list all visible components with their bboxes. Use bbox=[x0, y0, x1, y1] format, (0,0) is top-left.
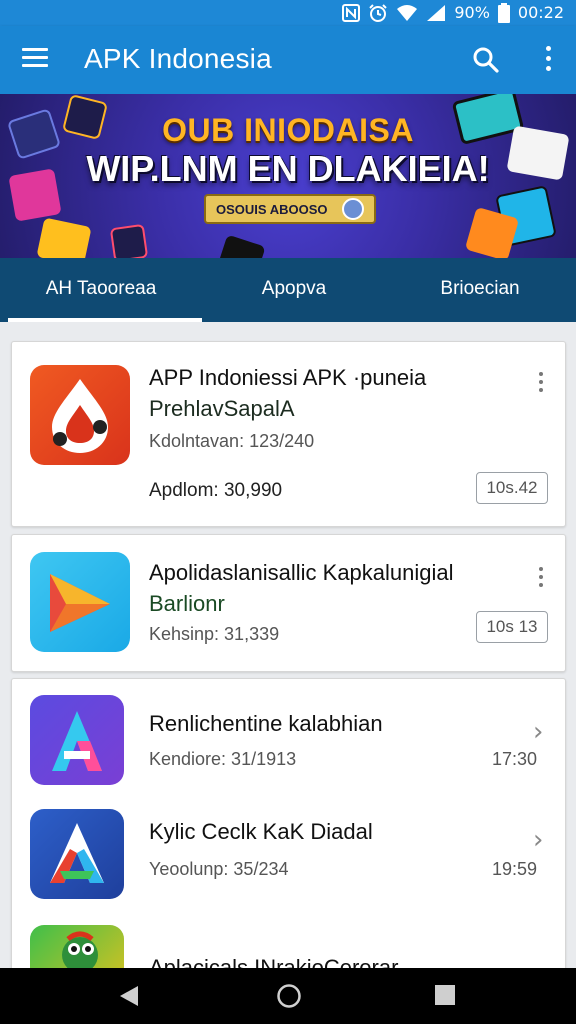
more-vert-icon[interactable] bbox=[538, 372, 544, 396]
app-meta: Kendiore: 31/1913 bbox=[149, 749, 297, 769]
app-title: APK Indonesia bbox=[84, 43, 272, 74]
tab-browse[interactable]: Brioecian bbox=[380, 278, 576, 300]
play-logo-icon bbox=[50, 574, 110, 632]
recents-icon[interactable] bbox=[434, 984, 456, 1006]
status-icons: 90% 00:22 bbox=[342, 2, 564, 24]
a-logo-icon bbox=[52, 711, 102, 771]
list-item[interactable]: Renlichentine kalabhian Kendiore: 31/191… bbox=[12, 679, 565, 789]
app-meta: Kehsinp: 31,339 bbox=[149, 624, 280, 644]
banner-pill-label: OSOUIS ABOOSO bbox=[216, 202, 328, 217]
decor-card-icon bbox=[218, 234, 266, 258]
system-nav-bar bbox=[0, 968, 576, 1024]
signal-icon bbox=[427, 5, 446, 21]
app-icon bbox=[30, 552, 130, 652]
app-card[interactable]: APP Indoniessi APK ·puneia PrehlavSapalA… bbox=[11, 341, 566, 527]
avatar-icon bbox=[342, 198, 364, 220]
a-logo-icon bbox=[50, 823, 104, 883]
more-vert-icon[interactable] bbox=[538, 567, 544, 591]
list-item[interactable]: Kylic Ceclk KaK Diadal Yeoolunp: 35/234 … bbox=[12, 791, 565, 901]
app-name: APP Indoniessi APK ·puneia bbox=[149, 365, 427, 390]
battery-percent: 90% bbox=[454, 3, 490, 22]
banner-subheadline: WIP.LNM EN DLAKIEIA! bbox=[86, 148, 490, 189]
menu-icon[interactable] bbox=[22, 48, 48, 70]
app-time: 19:59 bbox=[492, 859, 538, 879]
app-name: Renlichentine kalabhian bbox=[149, 711, 383, 736]
app-icon bbox=[30, 695, 124, 785]
version-badge: 10s 13 bbox=[476, 611, 548, 643]
nfc-icon bbox=[342, 4, 361, 22]
back-icon[interactable] bbox=[118, 984, 140, 1008]
app-icon bbox=[30, 809, 124, 899]
banner-headline: OUB INIODAISA bbox=[162, 112, 414, 148]
decor-card-icon bbox=[109, 223, 149, 258]
app-subtitle: PrehlavSapalA bbox=[149, 396, 295, 421]
app-meta: Kdolntavan: 123/240 bbox=[149, 431, 315, 451]
app-bar: APK Indonesia bbox=[0, 26, 576, 94]
promo-banner[interactable]: OUB INIODAISA WIP.LNM EN DLAKIEIA! OSOUI… bbox=[0, 94, 576, 258]
more-vert-icon[interactable] bbox=[544, 46, 552, 74]
chevron-right-icon[interactable]: › bbox=[533, 717, 543, 747]
app-list: Renlichentine kalabhian Kendiore: 31/191… bbox=[11, 678, 566, 979]
home-icon[interactable] bbox=[276, 983, 302, 1009]
battery-icon bbox=[497, 3, 510, 23]
app-icon bbox=[30, 365, 130, 465]
app-name: Apolidaslanisallic Kapkalunigial bbox=[149, 560, 454, 585]
alarm-icon bbox=[369, 4, 388, 22]
app-downloads: Apdlom: 30,990 bbox=[149, 480, 283, 501]
chevron-right-icon[interactable]: › bbox=[533, 825, 543, 855]
version-badge: 10s.42 bbox=[476, 472, 548, 504]
droplet-logo-icon bbox=[52, 379, 108, 453]
tab-all[interactable]: AH Taooreaa bbox=[0, 278, 202, 300]
tab-apps[interactable]: Apopva bbox=[194, 278, 394, 300]
clock: 00:22 bbox=[517, 3, 564, 22]
app-name: Kylic Ceclk KaK Diadal bbox=[149, 819, 373, 844]
status-bar: 90% 00:22 bbox=[0, 0, 576, 26]
app-subtitle: Barlionr bbox=[149, 591, 225, 616]
search-icon[interactable] bbox=[472, 46, 500, 74]
wifi-icon bbox=[397, 5, 418, 21]
decor-card-icon bbox=[36, 217, 92, 258]
tab-indicator bbox=[8, 318, 202, 322]
tab-bar: AH Taooreaa Apopva Brioecian bbox=[0, 258, 576, 322]
banner-cta-pill[interactable]: OSOUIS ABOOSO bbox=[204, 194, 376, 224]
app-card[interactable]: Apolidaslanisallic Kapkalunigial Barlion… bbox=[11, 534, 566, 672]
app-time: 17:30 bbox=[492, 749, 538, 769]
app-meta: Yeoolunp: 35/234 bbox=[149, 859, 289, 879]
